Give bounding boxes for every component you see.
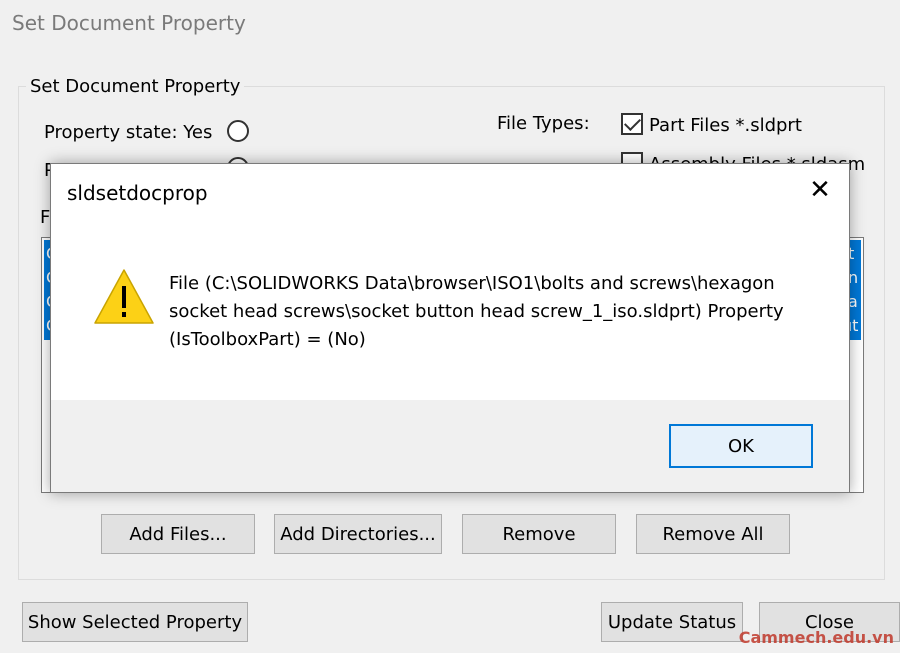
dialog-message: File (C:\SOLIDWORKS Data\browser\ISO1\bo… [169,273,784,350]
window-title: Set Document Property [12,11,246,35]
add-files-button[interactable]: Add Files... [101,514,255,554]
remove-all-button[interactable]: Remove All [636,514,790,554]
dialog-close-button[interactable]: ✕ [805,176,835,206]
property-state-yes-label: Property state: Yes [44,122,213,143]
file-types-label: File Types: [497,113,590,134]
watermark: Cammech.edu.vn [738,628,894,647]
part-files-checkbox[interactable] [621,113,643,135]
add-directories-button[interactable]: Add Directories... [274,514,442,554]
dialog-footer: OK [51,400,849,492]
part-files-label: Part Files *.sldprt [649,115,802,136]
update-status-button[interactable]: Update Status [601,602,743,642]
dialog-title: sldsetdocprop [67,181,208,205]
warning-icon [94,269,154,324]
remove-button[interactable]: Remove [462,514,616,554]
ok-button[interactable]: OK [669,424,813,468]
property-state-yes-radio[interactable] [227,120,249,142]
show-selected-property-button[interactable]: Show Selected Property [22,602,248,642]
message-dialog: sldsetdocprop ✕ File (C:\SOLIDWORKS Data… [50,163,850,493]
group-legend: Set Document Property [26,76,245,97]
